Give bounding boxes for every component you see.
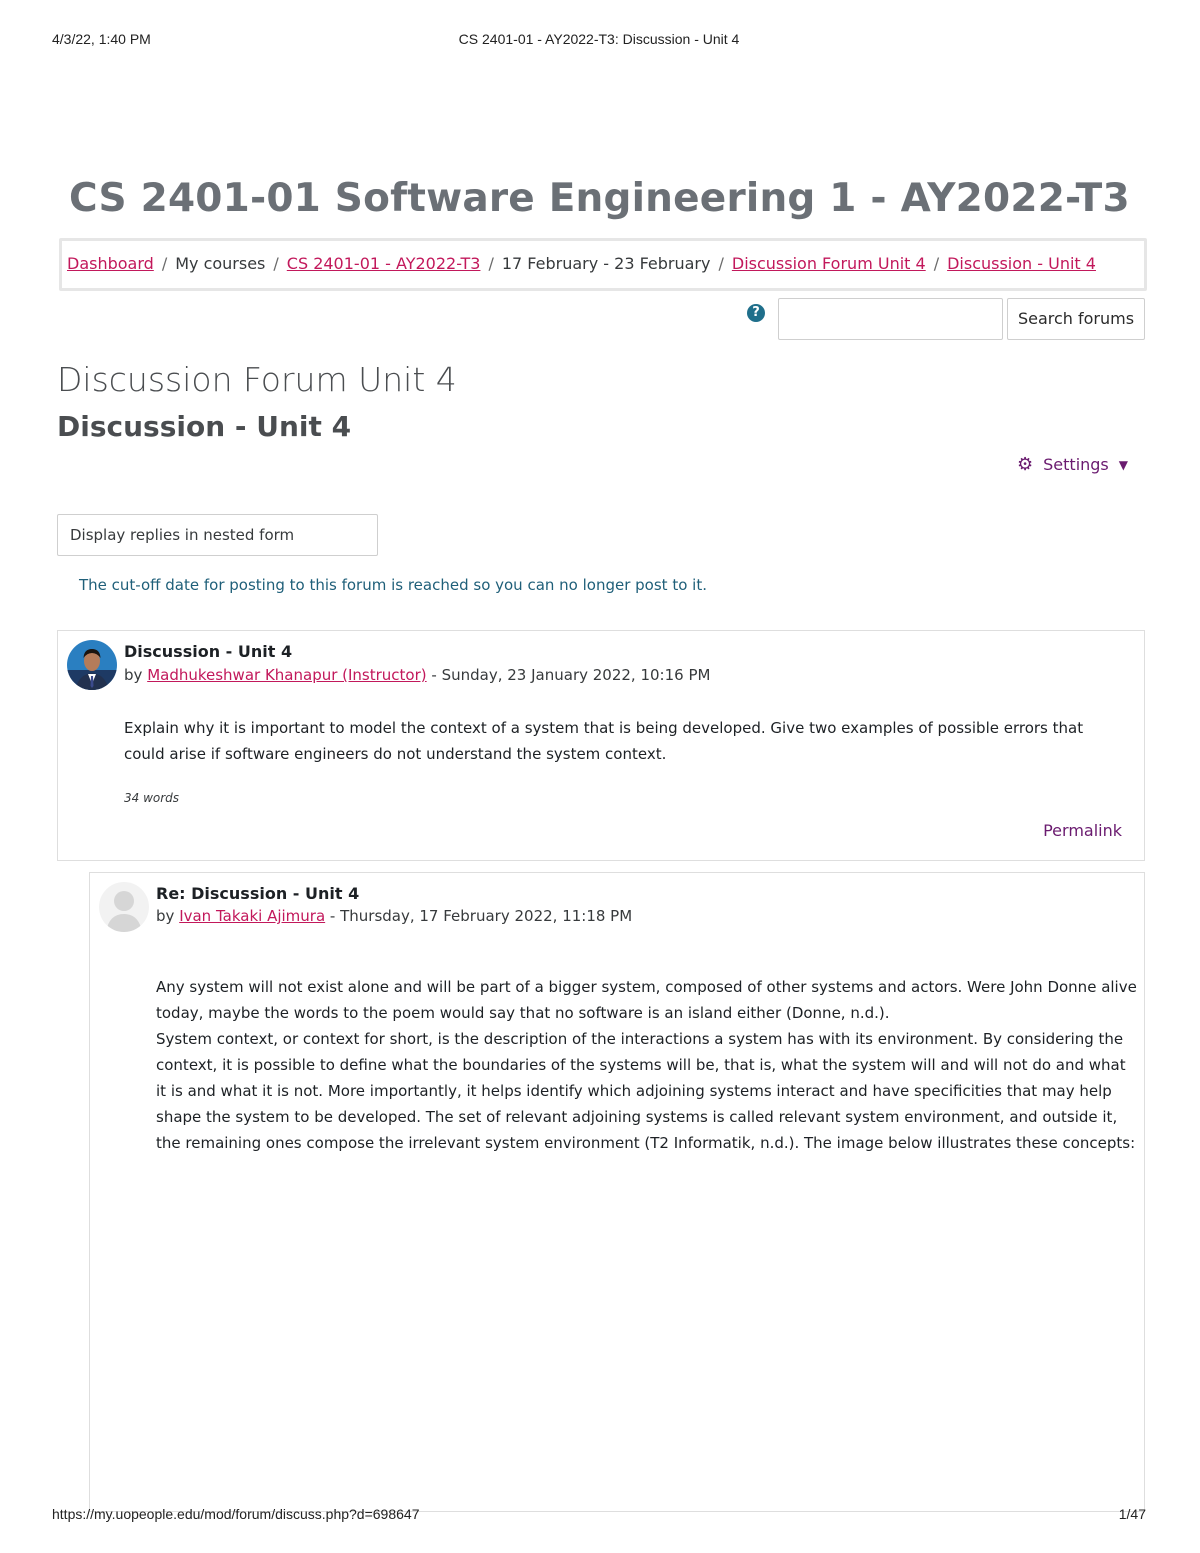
word-count: 34 words [124, 791, 180, 805]
post-date: - Thursday, 17 February 2022, 11:18 PM [329, 907, 633, 925]
author-link[interactable]: Madhukeshwar Khanapur (Instructor) [147, 666, 426, 684]
avatar[interactable] [99, 882, 149, 932]
forum-post: Discussion - Unit 4 by Madhukeshwar Khan… [57, 630, 1145, 861]
display-mode-select[interactable]: Display replies in nested form [57, 514, 378, 556]
breadcrumb: Dashboard / My courses / CS 2401-01 - AY2022… [59, 238, 1147, 291]
post-paragraph: Any system will not exist alone and will… [156, 978, 1137, 1022]
breadcrumb-discussion[interactable]: Discussion - Unit 4 [947, 254, 1096, 273]
breadcrumb-dashboard[interactable]: Dashboard [67, 254, 154, 273]
print-document-title: CS 2401-01 - AY2022-T3: Discussion - Uni… [458, 31, 740, 47]
search-forums-button[interactable]: Search forums [1007, 298, 1145, 340]
page-number: 1/47 [1118, 1506, 1146, 1522]
forum-title: Discussion Forum Unit 4 [57, 360, 457, 399]
breadcrumb-separator: / [718, 254, 724, 273]
post-subject: Re: Discussion - Unit 4 [156, 884, 360, 903]
post-byline: by Madhukeshwar Khanapur (Instructor) - … [124, 666, 710, 684]
post-byline: by Ivan Takaki Ajimura - Thursday, 17 Fe… [156, 907, 632, 925]
print-footer: https://my.uopeople.edu/mod/forum/discus… [52, 1506, 1146, 1524]
cutoff-notice: The cut-off date for posting to this for… [79, 576, 707, 594]
post-subject: Discussion - Unit 4 [124, 642, 293, 661]
help-icon[interactable]: ? [747, 304, 765, 322]
permalink-link[interactable]: Permalink [1043, 821, 1122, 840]
author-link[interactable]: Ivan Takaki Ajimura [179, 907, 325, 925]
search-input[interactable] [778, 298, 1003, 340]
post-date: - Sunday, 23 January 2022, 10:16 PM [431, 666, 711, 684]
gear-icon: ⚙ [1017, 454, 1034, 475]
page-url: https://my.uopeople.edu/mod/forum/discus… [52, 1506, 420, 1522]
post-paragraph: System context, or context for short, is… [156, 1030, 1136, 1152]
forum-reply: Re: Discussion - Unit 4 by Ivan Takaki A… [89, 872, 1145, 1512]
breadcrumb-separator: / [933, 254, 940, 273]
settings-menu[interactable]: ⚙ Settings ▼ [1017, 454, 1128, 475]
breadcrumb-my-courses: My courses [175, 254, 266, 273]
post-body: Explain why it is important to model the… [124, 719, 1084, 763]
avatar[interactable] [67, 640, 117, 690]
post-body: Any system will not exist alone and will… [156, 974, 1138, 1156]
course-title: CS 2401-01 Software Engineering 1 - AY20… [69, 176, 1130, 221]
breadcrumb-separator: / [488, 254, 494, 273]
breadcrumb-separator: / [273, 254, 279, 273]
discussion-title: Discussion - Unit 4 [57, 410, 352, 443]
breadcrumb-separator: / [161, 254, 168, 273]
caret-down-icon: ▼ [1118, 457, 1128, 472]
breadcrumb-course[interactable]: CS 2401-01 - AY2022-T3 [287, 254, 481, 273]
byline-by: by [156, 907, 175, 925]
settings-label: Settings [1043, 455, 1109, 474]
breadcrumb-forum[interactable]: Discussion Forum Unit 4 [732, 254, 926, 273]
print-header: 4/3/22, 1:40 PM CS 2401-01 - AY2022-T3: … [52, 31, 1146, 49]
byline-by: by [124, 666, 143, 684]
breadcrumb-week: 17 February - 23 February [501, 254, 711, 273]
